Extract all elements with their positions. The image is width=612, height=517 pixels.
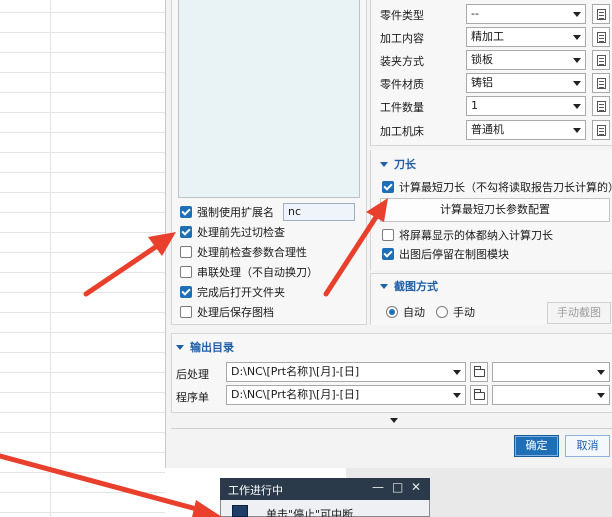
arrow-to-progress-window — [0, 453, 222, 517]
arrow-to-calc-shortest — [323, 198, 388, 297]
annotation-arrows — [0, 198, 388, 517]
arrow-to-overcut-check — [83, 232, 176, 297]
